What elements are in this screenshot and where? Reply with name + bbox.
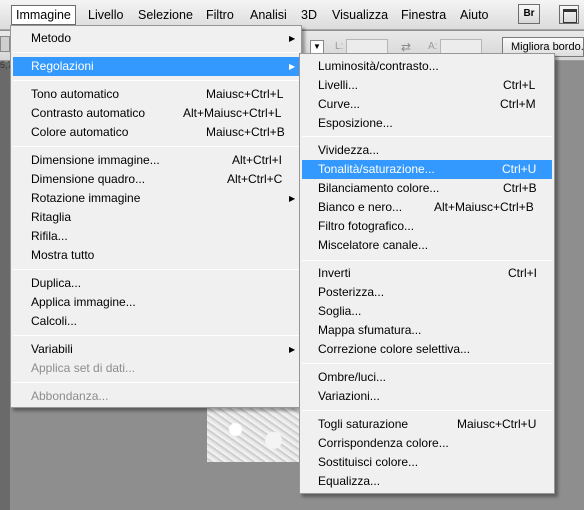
menu-item-bianco-nero[interactable]: Bianco e nero... Alt+Maiusc+Ctrl+B: [302, 198, 552, 217]
menu-item-inverti[interactable]: Inverti Ctrl+I: [302, 264, 552, 283]
menu-item-rotazione-immagine[interactable]: Rotazione immagine ▶: [13, 189, 299, 208]
menu-item-sostituisci-colore[interactable]: Sostituisci colore...: [302, 453, 552, 472]
regolazioni-submenu: Luminosità/contrasto... Livelli... Ctrl+…: [299, 53, 555, 494]
menu-aiuto[interactable]: Aiuto: [460, 8, 489, 24]
height-label: A:: [428, 41, 438, 52]
submenu-arrow-icon: ▶: [289, 62, 296, 71]
menu-item-applica-immagine[interactable]: Applica immagine...: [13, 293, 299, 312]
menu-separator: [302, 260, 552, 261]
menu-item-variazioni[interactable]: Variazioni...: [302, 387, 552, 406]
menu-item-tonalita-saturazione[interactable]: Tonalità/saturazione... Ctrl+U: [302, 160, 552, 179]
immagine-menu: Metodo ▶ Regolazioni ▶ Tono automatico M…: [10, 25, 302, 408]
menu-item-rifila[interactable]: Rifila...: [13, 227, 299, 246]
menu-item-dimensione-quadro[interactable]: Dimensione quadro... Alt+Ctrl+C: [13, 170, 299, 189]
menu-separator: [302, 363, 552, 364]
submenu-arrow-icon: ▶: [289, 34, 296, 43]
toolbar-strip: [0, 62, 10, 510]
menu-item-ritaglia[interactable]: Ritaglia: [13, 208, 299, 227]
menu-item-applica-set-dati: Applica set di dati...: [31, 361, 136, 375]
menu-filtro[interactable]: Filtro: [206, 8, 234, 24]
launch-minibridge-icon[interactable]: [559, 5, 579, 24]
menu-item-posterizza[interactable]: Posterizza...: [302, 283, 552, 302]
menu-item-dimensione-immagine[interactable]: Dimensione immagine... Alt+Ctrl+I: [13, 151, 299, 170]
menu-separator: [13, 52, 299, 53]
menu-item-correzione-colore-selettiva[interactable]: Correzione colore selettiva...: [302, 340, 552, 359]
menu-selezione[interactable]: Selezione: [138, 8, 193, 24]
menu-item-ombre-luci[interactable]: Ombre/luci...: [302, 368, 552, 387]
style-dropdown-chevron-icon[interactable]: ▼: [310, 40, 324, 54]
menu-item-togli-saturazione[interactable]: Togli saturazione Maiusc+Ctrl+U: [302, 415, 552, 434]
menu-visualizza[interactable]: Visualizza: [332, 8, 388, 24]
menu-item-vividezza[interactable]: Vividezza...: [302, 141, 552, 160]
menu-item-curve[interactable]: Curve... Ctrl+M: [302, 95, 552, 114]
menu-separator: [13, 269, 299, 270]
menu-item-luminosita-contrasto[interactable]: Luminosità/contrasto...: [302, 57, 552, 76]
menu-item-mostra-tutto[interactable]: Mostra tutto: [13, 246, 299, 265]
menu-item-abbondanza: Abbondanza...: [31, 389, 109, 403]
menu-item-filtro-fotografico[interactable]: Filtro fotografico...: [302, 217, 552, 236]
menu-separator: [13, 146, 299, 147]
menu-item-metodo[interactable]: Metodo ▶: [13, 29, 299, 48]
menu-finestra[interactable]: Finestra: [401, 8, 446, 24]
menu-separator: [13, 382, 299, 383]
menu-item-mappa-sfumatura[interactable]: Mappa sfumatura...: [302, 321, 552, 340]
menu-item-colore-automatico[interactable]: Colore automatico Maiusc+Ctrl+B: [13, 123, 299, 142]
menu-item-variabili[interactable]: Variabili ▶: [13, 340, 299, 359]
document-image: [207, 408, 302, 462]
menu-immagine[interactable]: Immagine: [11, 5, 76, 25]
menu-item-bilanciamento-colore[interactable]: Bilanciamento colore... Ctrl+B: [302, 179, 552, 198]
swap-icon[interactable]: ⇄: [401, 40, 411, 54]
menu-analisi[interactable]: Analisi: [250, 8, 287, 24]
menu-item-calcoli[interactable]: Calcoli...: [13, 312, 299, 331]
menu-separator: [302, 136, 552, 137]
menu-item-contrasto-automatico[interactable]: Contrasto automatico Alt+Maiusc+Ctrl+L: [13, 104, 299, 123]
menu-item-corrispondenza-colore[interactable]: Corrispondenza colore...: [302, 434, 552, 453]
tool-preset-icon[interactable]: [0, 36, 10, 52]
bridge-button[interactable]: Br: [518, 4, 540, 24]
submenu-arrow-icon: ▶: [289, 345, 296, 354]
menu-item-soglia[interactable]: Soglia...: [302, 302, 552, 321]
menu-separator: [13, 335, 299, 336]
submenu-arrow-icon: ▶: [289, 194, 296, 203]
menu-item-duplica[interactable]: Duplica...: [13, 274, 299, 293]
width-label: L:: [335, 41, 344, 52]
menu-item-miscelatore-canale[interactable]: Miscelatore canale...: [302, 236, 552, 255]
menu-item-livelli[interactable]: Livelli... Ctrl+L: [302, 76, 552, 95]
menu-3d[interactable]: 3D: [301, 8, 317, 24]
menu-livello[interactable]: Livello: [88, 8, 123, 24]
menu-item-equalizza[interactable]: Equalizza...: [302, 472, 552, 491]
menu-item-tono-automatico[interactable]: Tono automatico Maiusc+Ctrl+L: [13, 85, 299, 104]
menu-item-esposizione[interactable]: Esposizione...: [302, 114, 552, 133]
menu-item-regolazioni[interactable]: Regolazioni ▶: [13, 57, 299, 76]
menu-separator: [13, 80, 299, 81]
menu-separator: [302, 410, 552, 411]
